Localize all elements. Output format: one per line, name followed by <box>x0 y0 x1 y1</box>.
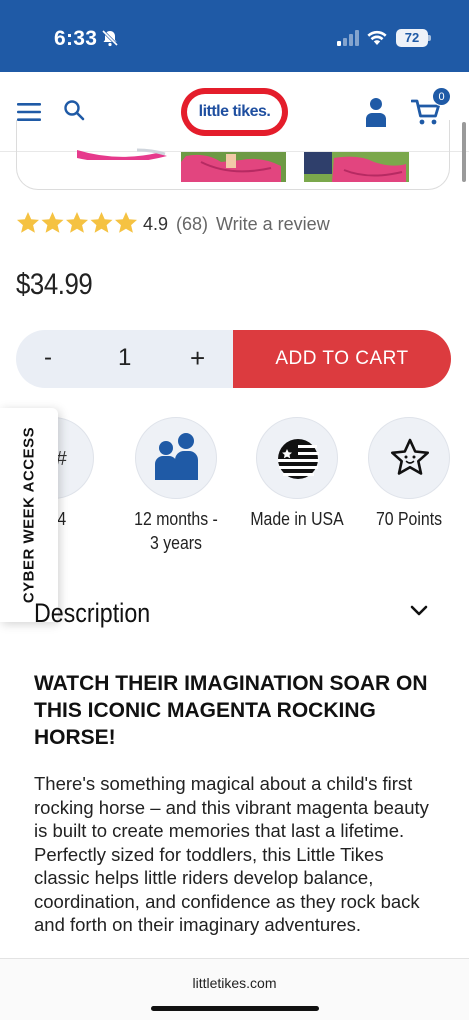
write-review-link[interactable]: Write a review <box>216 214 330 235</box>
main-product-image[interactable] <box>77 120 167 160</box>
star-points-icon <box>368 417 450 499</box>
status-time: 6:33 <box>54 27 98 50</box>
rating-row: 4.9 (68) Write a review <box>16 210 456 238</box>
quantity-value[interactable]: 1 <box>118 344 131 372</box>
browser-address-bar[interactable]: littletikes.com <box>0 958 469 1020</box>
cyber-week-access-tab[interactable]: CYBER WEEK ACCESS <box>0 408 58 622</box>
bell-off-icon <box>101 29 119 47</box>
rating-stars-icon <box>17 212 137 233</box>
usa-flag-glyph <box>278 439 319 479</box>
description-title[interactable]: Description <box>34 598 150 629</box>
usa-flag-icon <box>256 417 338 499</box>
add-to-cart-button[interactable]: ADD TO CART <box>233 330 451 388</box>
chevron-down-icon[interactable] <box>409 604 429 618</box>
battery-icon: 72 <box>396 29 428 47</box>
feature-age-label: 12 months - 3 years <box>134 509 218 553</box>
cart-count-badge[interactable]: 0 <box>432 87 451 106</box>
age-family-icon <box>135 417 217 499</box>
quantity-stepper: - 1 + <box>16 330 246 388</box>
rating-count[interactable]: (68) <box>176 214 208 235</box>
star-points-glyph <box>391 438 429 475</box>
quantity-decrease-button[interactable]: - <box>44 344 52 372</box>
description-heading: WATCH THEIR IMAGINATION SOAR ON THIS ICO… <box>34 672 428 749</box>
search-icon[interactable] <box>63 99 85 121</box>
product-features: U# 854 12 months - 3 years <box>0 417 469 557</box>
url-text[interactable]: littletikes.com <box>0 975 469 991</box>
gallery-thumbnail-1[interactable] <box>181 152 286 182</box>
product-image-gallery[interactable] <box>16 120 450 190</box>
page-scrollbar[interactable] <box>462 122 466 182</box>
feature-points-label: 70 Points <box>375 509 443 529</box>
signal-icon <box>337 30 359 46</box>
quantity-increase-button[interactable]: + <box>190 343 205 374</box>
menu-icon[interactable] <box>17 102 41 122</box>
status-bar: 6:33 72 <box>0 0 469 72</box>
feature-made-in-usa-label: Made in USA <box>250 509 344 529</box>
cyber-week-access-label: CYBER WEEK ACCESS <box>20 426 38 604</box>
age-family-glyph <box>155 433 198 480</box>
wifi-icon <box>367 30 387 45</box>
description-body: There's something magical about a child'… <box>34 773 429 935</box>
product-price: $34.99 <box>16 268 93 301</box>
home-indicator <box>151 1006 319 1011</box>
gallery-thumbnail-2[interactable] <box>304 152 409 182</box>
battery-tip <box>428 35 431 41</box>
rating-value: 4.9 <box>143 214 169 234</box>
